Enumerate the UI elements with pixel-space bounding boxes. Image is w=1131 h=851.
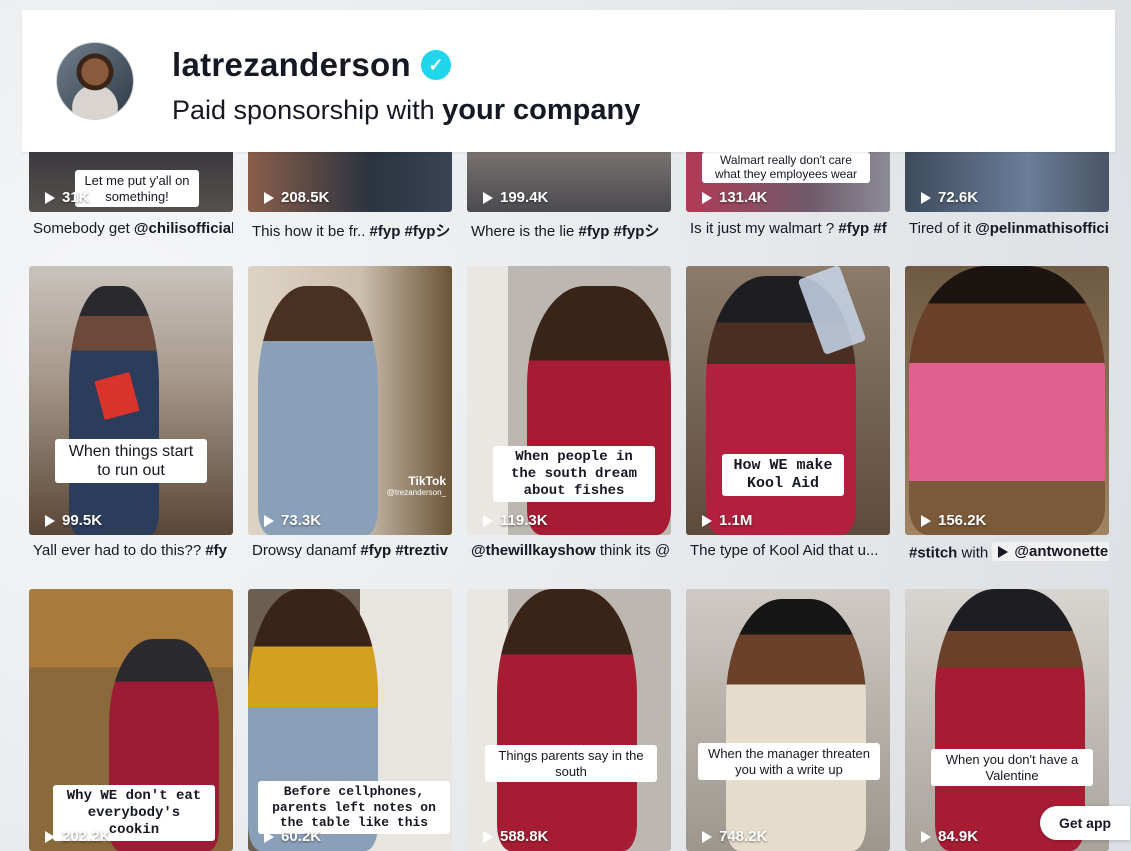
video-caption[interactable]: The type of Kool Aid that u... bbox=[690, 542, 890, 559]
video-thumbnail[interactable]: How WE make Kool Aid 1.1M bbox=[686, 266, 890, 535]
video-thumbnail[interactable]: 156.2K bbox=[905, 266, 1109, 535]
view-count: 748.2K bbox=[702, 828, 767, 845]
video-thumbnail[interactable]: When things start to run out 99.5K bbox=[29, 266, 233, 535]
view-count: 131.4K bbox=[702, 189, 767, 206]
video-caption[interactable]: Drowsy danamf #fyp #treztiv bbox=[252, 542, 452, 559]
view-count: 119.3K bbox=[483, 512, 548, 529]
video-overlay-text: Walmart really don't care what they empl… bbox=[702, 152, 870, 183]
video-overlay-text: How WE make Kool Aid bbox=[722, 454, 844, 496]
video-caption[interactable]: Tired of it @pelinmathisofficial bbox=[909, 220, 1109, 237]
view-count: 156.2K bbox=[921, 512, 986, 529]
sound-pill[interactable]: @antwonette bbox=[992, 542, 1109, 561]
get-app-button[interactable]: Get app bbox=[1040, 806, 1130, 840]
username[interactable]: latrezanderson bbox=[172, 46, 411, 84]
video-caption[interactable]: Where is the lie #fyp #fypシ bbox=[471, 220, 671, 241]
username-row: latrezanderson ✓ bbox=[172, 46, 451, 84]
video-caption[interactable]: #stitch with @antwonette bbox=[909, 542, 1109, 562]
video-thumbnail[interactable]: Walmart really don't care what they empl… bbox=[686, 150, 890, 212]
play-icon bbox=[998, 545, 1009, 558]
video-caption[interactable]: Is it just my walmart ? #fyp #f bbox=[690, 220, 890, 237]
view-count: 588.8K bbox=[483, 828, 548, 845]
video-caption[interactable]: @thewillkayshow think its @p bbox=[471, 542, 671, 559]
video-caption[interactable]: Somebody get @chilisofficial bbox=[33, 220, 233, 237]
view-count: 60.2K bbox=[264, 828, 321, 845]
avatar[interactable] bbox=[56, 42, 134, 120]
sponsor-company: your company bbox=[442, 94, 641, 126]
person-figure bbox=[258, 286, 378, 535]
play-icon bbox=[921, 191, 931, 204]
play-icon bbox=[921, 514, 931, 527]
video-thumbnail[interactable]: Let me put y'all on something! 31K bbox=[29, 150, 233, 212]
person-figure bbox=[909, 266, 1105, 535]
view-count: 202.2K bbox=[45, 828, 110, 845]
video-thumbnail[interactable]: Before cellphones, parents left notes on… bbox=[248, 589, 452, 851]
video-thumbnail[interactable]: When people in the south dream about fis… bbox=[467, 266, 671, 535]
play-icon bbox=[702, 830, 712, 843]
video-overlay-text: Before cellphones, parents left notes on… bbox=[258, 781, 450, 834]
video-overlay-text: When the manager threaten you with a wri… bbox=[698, 743, 880, 781]
person-figure bbox=[497, 589, 637, 851]
video-thumbnail[interactable]: Things parents say in the south 588.8K bbox=[467, 589, 671, 851]
profile-header: latrezanderson ✓ Paid sponsorship with y… bbox=[22, 10, 1115, 152]
play-icon bbox=[45, 191, 55, 204]
video-overlay-text: Let me put y'all on something! bbox=[75, 170, 199, 208]
play-icon bbox=[264, 191, 274, 204]
view-count: 31K bbox=[45, 189, 90, 206]
video-overlay-text: When things start to run out bbox=[55, 439, 207, 484]
play-icon bbox=[483, 191, 493, 204]
video-thumbnail[interactable]: When the manager threaten you with a wri… bbox=[686, 589, 890, 851]
view-count: 1.1M bbox=[702, 512, 752, 529]
play-icon bbox=[264, 830, 274, 843]
play-icon bbox=[921, 830, 931, 843]
video-caption[interactable]: This how it be fr.. #fyp #fypシ bbox=[252, 220, 452, 241]
video-overlay-text: Things parents say in the south bbox=[485, 745, 657, 783]
play-icon bbox=[702, 191, 712, 204]
video-caption[interactable]: Yall ever had to do this?? #fy bbox=[33, 542, 233, 559]
play-icon bbox=[702, 514, 712, 527]
video-thumbnail[interactable]: 208.5K bbox=[248, 150, 452, 212]
view-count: 84.9K bbox=[921, 828, 978, 845]
video-overlay-text: When you don't have a Valentine bbox=[931, 749, 1093, 787]
play-icon bbox=[45, 830, 55, 843]
view-count: 208.5K bbox=[264, 189, 329, 206]
video-overlay-text: When people in the south dream about fis… bbox=[493, 446, 655, 503]
verified-check-icon: ✓ bbox=[420, 50, 451, 80]
video-thumbnail[interactable]: TikTok @trezanderson_ 73.3K bbox=[248, 266, 452, 535]
play-icon bbox=[264, 514, 274, 527]
person-figure bbox=[726, 599, 866, 851]
play-icon bbox=[45, 514, 55, 527]
view-count: 73.3K bbox=[264, 512, 321, 529]
play-icon bbox=[483, 514, 493, 527]
play-icon bbox=[483, 830, 493, 843]
view-count: 99.5K bbox=[45, 512, 102, 529]
tiktok-watermark: TikTok @trezanderson_ bbox=[386, 474, 446, 497]
view-count: 72.6K bbox=[921, 189, 978, 206]
sponsorship-label: Paid sponsorship with your company bbox=[172, 94, 641, 126]
video-thumbnail[interactable]: Why WE don't eat everybody's cookin 202.… bbox=[29, 589, 233, 851]
video-thumbnail[interactable]: 72.6K bbox=[905, 150, 1109, 212]
view-count: 199.4K bbox=[483, 189, 548, 206]
video-thumbnail[interactable]: 199.4K bbox=[467, 150, 671, 212]
